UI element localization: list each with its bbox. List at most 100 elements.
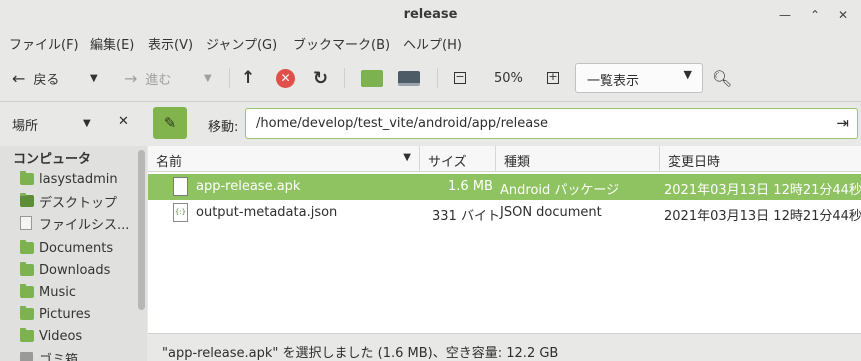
sidebar-item-videos[interactable]: Videos [20, 326, 82, 346]
computer-icon [398, 70, 420, 86]
status-bar: "app-release.apk" を選択しました (1.6 MB)、空き容量:… [148, 333, 861, 361]
menu-go[interactable]: ジャンプ(G) [206, 34, 277, 53]
sidebar-section-computer: コンピュータ [13, 152, 92, 167]
toolbar-divider [229, 68, 230, 88]
file-type: JSON document [500, 205, 602, 220]
sidebar-item-label: Documents [39, 240, 114, 256]
documents-folder-icon [20, 240, 34, 254]
file-type: Android パッケージ [500, 183, 620, 198]
location-label: 移動: [208, 120, 239, 135]
forward-label: 進む [145, 72, 172, 88]
sidebar-item-desktop[interactable]: デスクトップ [20, 191, 117, 211]
file-row[interactable]: {:} output-metadata.json 331 バイト JSON do… [148, 200, 861, 226]
minimize-icon[interactable]: — [776, 6, 794, 24]
location-path: /home/develop/test_vite/android/app/rele… [256, 116, 548, 131]
desktop-folder-icon [20, 193, 34, 207]
file-name: app-release.apk [196, 179, 301, 194]
chevron-down-icon: ▼ [90, 72, 98, 84]
sidebar-item-label: ゴミ箱 [39, 352, 79, 361]
up-button[interactable]: ↑ [241, 64, 255, 92]
close-sidebar-icon[interactable]: ✕ [118, 114, 129, 129]
file-name: output-metadata.json [196, 205, 338, 220]
back-history-button[interactable]: ▼ [90, 64, 98, 92]
sidebar-item-trash[interactable]: ゴミ箱 [20, 348, 78, 361]
trash-icon [20, 351, 33, 361]
menu-bar: ファイル(F) 編集(E) 表示(V) ジャンプ(G) ブックマーク(B) ヘル… [0, 30, 861, 54]
music-folder-icon [20, 284, 34, 298]
sidebar-item-documents[interactable]: Documents [20, 238, 113, 258]
places-menu-button[interactable]: ▼ [83, 118, 91, 129]
status-text: "app-release.apk" を選択しました (1.6 MB)、空き容量:… [162, 346, 559, 361]
sidebar-item-home[interactable]: lasystadmin [20, 169, 118, 189]
sidebar-item-label: Music [39, 284, 76, 300]
arrow-up-icon: ↑ [241, 68, 256, 88]
file-row[interactable]: app-release.apk 1.6 MB Android パッケージ 202… [148, 174, 861, 200]
sidebar-item-label: lasystadmin [39, 171, 118, 187]
reload-button[interactable]: ↻ [313, 64, 328, 92]
column-header-name[interactable]: 名前 ▼ [148, 146, 420, 172]
go-arrow-icon[interactable]: ⇥ [836, 114, 849, 132]
menu-file[interactable]: ファイル(F) [9, 34, 79, 53]
toggle-location-button[interactable]: ✎ [153, 107, 187, 139]
back-button[interactable]: ← 戻る [12, 64, 59, 92]
forward-button[interactable]: → 進む [124, 64, 171, 92]
computer-button[interactable] [398, 64, 420, 92]
maximize-icon[interactable]: ⌃ [806, 6, 824, 24]
sidebar-item-label: Videos [39, 328, 83, 344]
videos-folder-icon [20, 328, 34, 342]
zoom-out-icon: − [454, 70, 466, 84]
menu-edit[interactable]: 編集(E) [90, 34, 134, 53]
toolbar-divider [437, 68, 438, 88]
sort-descending-icon: ▼ [403, 152, 411, 163]
view-mode-select[interactable]: 一覧表示 ▼ [575, 63, 703, 93]
file-size: 331 バイト [432, 209, 500, 224]
zoom-out-button[interactable]: − [454, 64, 466, 92]
column-header-type[interactable]: 種類 [496, 146, 660, 172]
downloads-folder-icon [20, 262, 34, 276]
zoom-in-icon: + [547, 70, 559, 84]
file-modified: 2021年03月13日 12時21分44秒 [664, 183, 861, 198]
chevron-down-icon: ▼ [204, 72, 212, 84]
column-header-modified[interactable]: 変更日時 [660, 146, 861, 172]
home-folder-icon [20, 171, 34, 185]
location-input[interactable]: /home/develop/test_vite/android/app/rele… [245, 108, 858, 139]
reload-icon: ↻ [313, 67, 329, 89]
menu-help[interactable]: ヘルプ(H) [403, 34, 462, 53]
home-button[interactable] [361, 64, 383, 92]
sidebar-item-music[interactable]: Music [20, 282, 76, 302]
json-file-icon: {:} [173, 203, 188, 222]
search-icon: 🔍︎ [712, 68, 733, 88]
sidebar-item-pictures[interactable]: Pictures [20, 304, 90, 324]
sidebar-scroll-thumb[interactable] [138, 150, 145, 310]
pictures-folder-icon [20, 306, 34, 320]
pencil-icon: ✎ [163, 114, 177, 132]
column-name-label: 名前 [156, 155, 183, 170]
file-modified: 2021年03月13日 12時21分44秒 [664, 209, 861, 224]
column-header-size[interactable]: サイズ [420, 146, 496, 172]
title-bar: release — ⌃ ✕ [0, 0, 861, 30]
file-size: 1.6 MB [448, 179, 493, 194]
places-header: 場所 ▼ ✕ [0, 102, 147, 146]
toolbar-divider [344, 68, 345, 88]
filesystem-icon [20, 216, 32, 230]
sidebar-item-label: デスクトップ [39, 195, 118, 211]
menu-bookmarks[interactable]: ブックマーク(B) [293, 34, 390, 53]
chevron-down-icon: ▼ [683, 68, 692, 81]
places-title: 場所 [12, 119, 39, 134]
stop-button[interactable]: ✕ [276, 64, 295, 92]
sidebar-item-label: ファイルシス... [39, 217, 130, 233]
zoom-level: 50% [494, 70, 523, 86]
sidebar-item-label: Pictures [39, 306, 91, 322]
sidebar-item-filesystem[interactable]: ファイルシス... [20, 213, 129, 233]
view-mode-label: 一覧表示 [587, 74, 640, 89]
home-folder-icon [361, 69, 383, 87]
sidebar-item-label: Downloads [39, 262, 111, 278]
menu-view[interactable]: 表示(V) [148, 34, 193, 53]
close-icon[interactable]: ✕ [834, 6, 852, 24]
sidebar-item-downloads[interactable]: Downloads [20, 260, 110, 280]
arrow-right-icon: → [124, 68, 138, 88]
search-button[interactable]: 🔍︎ [712, 64, 732, 92]
arrow-left-icon: ← [12, 68, 26, 88]
forward-history-button[interactable]: ▼ [204, 64, 212, 92]
zoom-in-button[interactable]: + [547, 64, 559, 92]
